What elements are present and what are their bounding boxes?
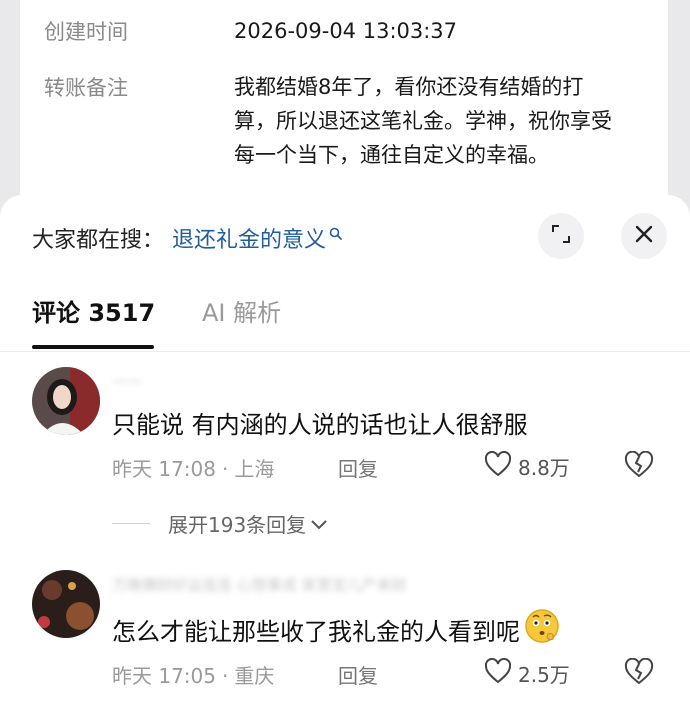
- avatar[interactable]: [32, 570, 100, 638]
- close-button[interactable]: [621, 213, 667, 259]
- tab-ai-analysis[interactable]: AI 解析: [202, 293, 281, 328]
- divider: [112, 523, 150, 524]
- tab-comments[interactable]: 评论 3517: [32, 293, 155, 328]
- like-button[interactable]: 8.8万: [484, 450, 570, 482]
- reply-button[interactable]: 回复: [338, 453, 378, 482]
- tab-active-indicator: [32, 345, 154, 349]
- comment-time: 昨天 17:08: [112, 457, 216, 481]
- reply-button[interactable]: 回复: [338, 660, 378, 689]
- transfer-note-line: 算，所以退还这笔礼金。学神，祝你享受: [234, 109, 612, 133]
- comment-meta: 昨天 17:05 · 重庆: [112, 664, 275, 688]
- divider: [0, 351, 690, 352]
- avatar[interactable]: [32, 367, 100, 435]
- comment-text: 怎么才能让那些收了我礼金的人看到呢: [112, 608, 560, 650]
- comment-username[interactable]: 万晚横财好运连连 心想事成 家里宝儿产来财: [112, 574, 407, 594]
- broken-heart-icon: [624, 450, 654, 478]
- comment-text: 只能说 有内涵的人说的话也让人很舒服: [112, 411, 528, 439]
- comment-location: 上海: [234, 457, 275, 481]
- expand-replies-label: 展开193条回复: [168, 513, 307, 537]
- broken-heart-icon: [624, 657, 654, 685]
- close-icon: [634, 224, 654, 248]
- expand-button[interactable]: [538, 213, 584, 259]
- trending-search-link[interactable]: 退还礼金的意义: [172, 222, 326, 254]
- trending-search[interactable]: 大家都在搜： 退还礼金的意义: [32, 222, 342, 254]
- expand-replies-button[interactable]: 展开193条回复: [112, 509, 328, 538]
- dislike-button[interactable]: [624, 657, 654, 689]
- chevron-down-icon: [310, 512, 328, 536]
- transfer-note-value: 我都结婚8年了，看你还没有结婚的打 算，所以退还这笔礼金。学神，祝你享受 每一个…: [234, 70, 654, 172]
- transfer-note-line: 我都结婚8年了，看你还没有结婚的打: [234, 75, 584, 99]
- comment-text-body: 怎么才能让那些收了我礼金的人看到呢: [112, 617, 520, 646]
- comment-time: 昨天 17:05: [112, 664, 216, 688]
- dislike-button[interactable]: [624, 450, 654, 482]
- expand-icon: [550, 223, 572, 249]
- like-count: 8.8万: [518, 456, 570, 480]
- heart-icon: [484, 450, 518, 482]
- transfer-detail-card: 创建时间 2026-09-04 13:03:37 转账备注 我都结婚8年了，看你…: [20, 0, 668, 205]
- like-button[interactable]: 2.5万: [484, 657, 570, 689]
- created-time-label: 创建时间: [44, 20, 128, 44]
- trending-search-prefix: 大家都在搜：: [32, 228, 165, 253]
- comment-meta: 昨天 17:08 · 上海: [112, 457, 275, 481]
- comment-location: 重庆: [234, 664, 275, 688]
- like-count: 2.5万: [518, 663, 570, 687]
- transfer-note-line: 每一个当下，通往自定义的幸福。: [234, 143, 549, 167]
- search-icon: [329, 221, 342, 246]
- comment-username[interactable]: 一一: [112, 371, 142, 391]
- comments-sheet: 大家都在搜： 退还礼金的意义 评论 3517 AI 解析 一一 只能说 有内涵的…: [0, 195, 690, 710]
- heart-icon: [484, 657, 518, 689]
- thinking-face-emoji: [524, 608, 560, 650]
- created-time-value: 2026-09-04 13:03:37: [234, 19, 458, 43]
- transfer-note-label: 转账备注: [44, 76, 128, 100]
